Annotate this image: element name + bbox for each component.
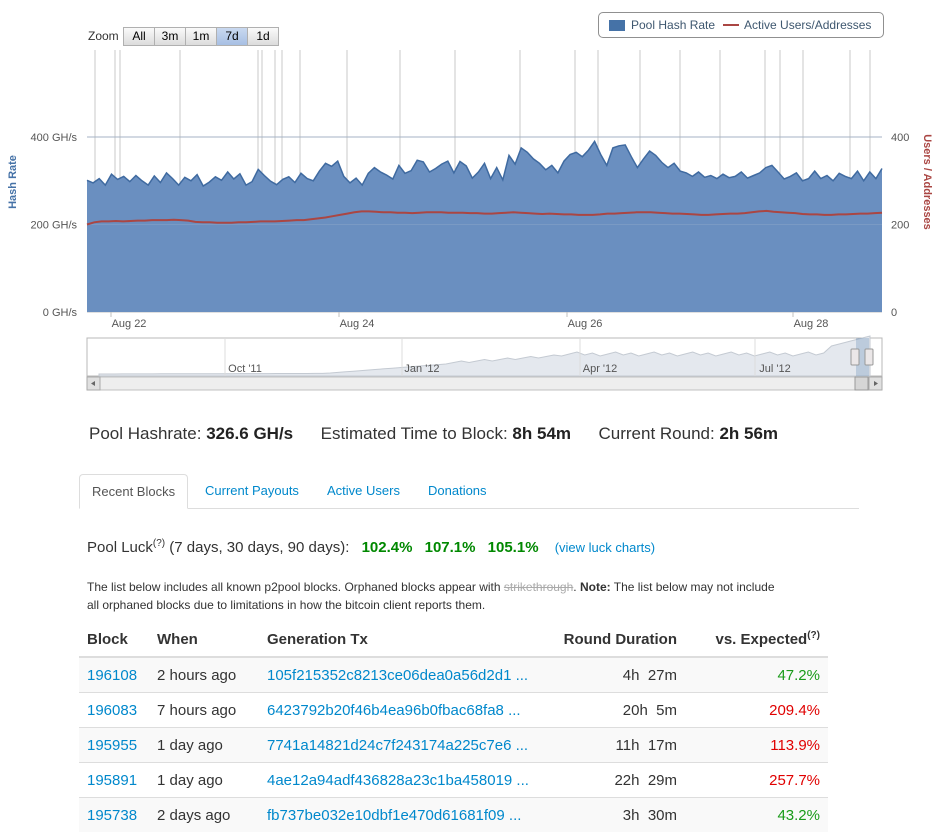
tab-active-users[interactable]: Active Users	[315, 474, 412, 507]
hashrate-label: Pool Hashrate:	[89, 424, 201, 443]
table-row: 1958911 day ago4ae12a94adf436828a23c1ba4…	[79, 763, 828, 798]
vs-expected-value: 43.2%	[685, 798, 828, 832]
legend-hash-rate[interactable]: Pool Hash Rate	[631, 18, 715, 32]
generation-tx-link[interactable]: 4ae12a94adf436828a23c1ba458019 ...	[259, 763, 549, 798]
y-axis-title-left: Hash Rate	[7, 155, 19, 209]
x-tick-label: Aug 24	[340, 318, 375, 330]
chart-legend: Pool Hash Rate Active Users/Addresses	[598, 12, 884, 38]
luck-help[interactable]: (?)	[153, 538, 165, 549]
note-text-1: The list below includes all known p2pool…	[87, 580, 504, 594]
vs-expected-value: 209.4%	[685, 693, 828, 728]
zoom-3m-button[interactable]: 3m	[154, 27, 186, 46]
y-tick-right: 400	[891, 132, 909, 144]
note-text-2: .	[573, 580, 580, 594]
navigator-tick-label: Oct '11	[228, 363, 262, 375]
tab-recent-blocks[interactable]: Recent Blocks	[79, 474, 188, 509]
block-when: 1 day ago	[149, 728, 259, 763]
navigator-tick-label: Jan '12	[404, 363, 439, 375]
zoom-7d-button[interactable]: 7d	[216, 27, 248, 46]
round-label: Current Round:	[598, 424, 714, 443]
vs-expected-value: 47.2%	[685, 657, 828, 693]
round-duration: 22h 29m	[549, 763, 685, 798]
table-row: 1957382 days agofb737be032e10dbf1e470d61…	[79, 798, 828, 832]
y-tick-left: 400 GH/s	[31, 132, 78, 144]
block-link[interactable]: 195891	[79, 763, 149, 798]
etb-label: Estimated Time to Block:	[321, 424, 508, 443]
y-tick-left: 200 GH/s	[31, 220, 78, 232]
table-row: 1959551 day ago7741a14821d24c7f243174a22…	[79, 728, 828, 763]
navigator-tick-label: Jul '12	[759, 363, 790, 375]
legend-active-users[interactable]: Active Users/Addresses	[744, 18, 871, 32]
block-when: 2 hours ago	[149, 657, 259, 693]
navigator-tick-label: Apr '12	[583, 363, 618, 375]
y-tick-right: 0	[891, 307, 897, 319]
round-duration: 11h 17m	[549, 728, 685, 763]
zoom-all-button[interactable]: All	[123, 27, 155, 46]
expected-help[interactable]: (?)	[807, 630, 820, 641]
luck-7d: 102.4%	[362, 539, 413, 556]
header-round-duration: Round Duration	[549, 622, 685, 657]
note-bold: Note:	[580, 580, 611, 594]
round-duration: 20h 5m	[549, 693, 685, 728]
hash-rate-legend-swatch	[609, 20, 625, 31]
round-value: 2h 56m	[719, 424, 778, 443]
vs-expected-value: 257.7%	[685, 763, 828, 798]
luck-periods: (7 days, 30 days, 90 days):	[169, 539, 349, 556]
tab-donations[interactable]: Donations	[416, 474, 499, 507]
tab-bar: Recent Blocks Current Payouts Active Use…	[79, 474, 859, 509]
block-link[interactable]: 195955	[79, 728, 149, 763]
x-tick-label: Aug 28	[794, 318, 829, 330]
block-link[interactable]: 196108	[79, 657, 149, 693]
round-duration: 4h 27m	[549, 657, 685, 693]
block-when: 7 hours ago	[149, 693, 259, 728]
navigator-handle-right[interactable]	[865, 349, 873, 365]
pool-luck: Pool Luck(?) (7 days, 30 days, 90 days):…	[87, 538, 655, 556]
block-when: 1 day ago	[149, 763, 259, 798]
x-tick-label: Aug 22	[112, 318, 147, 330]
round-duration: 3h 30m	[549, 798, 685, 832]
block-when: 2 days ago	[149, 798, 259, 832]
header-block: Block	[79, 622, 149, 657]
luck-30d: 107.1%	[425, 539, 476, 556]
scrollbar-track[interactable]	[87, 377, 882, 390]
hashrate-chart: 0 GH/s 0 200 GH/s 200 400 GH/s 400 Hash Rate Us…	[0, 0, 939, 400]
pool-stats: Pool Hashrate: 326.6 GH/s Estimated Time…	[89, 424, 778, 444]
y-axis-title-right: Users / Addresses	[921, 134, 933, 230]
y-tick-left: 0 GH/s	[43, 307, 78, 319]
luck-label: Pool Luck	[87, 539, 153, 556]
zoom-1d-button[interactable]: 1d	[247, 27, 279, 46]
navigator-handle-left[interactable]	[851, 349, 859, 365]
table-row: 1961082 hours ago105f215352c8213ce06dea0…	[79, 657, 828, 693]
etb-value: 8h 54m	[512, 424, 571, 443]
view-luck-charts-link[interactable]: (view luck charts)	[555, 540, 655, 555]
header-when: When	[149, 622, 259, 657]
table-row: 1960837 hours ago6423792b20f46b4ea96b0fb…	[79, 693, 828, 728]
block-link[interactable]: 195738	[79, 798, 149, 832]
zoom-buttons: All3m1m7d1d	[124, 27, 279, 46]
scrollbar-thumb[interactable]	[855, 377, 868, 390]
luck-90d: 105.1%	[488, 539, 539, 556]
blocks-note: The list below includes all known p2pool…	[87, 578, 787, 614]
generation-tx-link[interactable]: fb737be032e10dbf1e470d61681f09 ...	[259, 798, 549, 832]
recent-blocks-table: Block When Generation Tx Round Duration …	[79, 622, 828, 832]
header-vs-expected: vs. Expected(?)	[685, 622, 828, 657]
note-strikethrough: strikethrough	[504, 580, 573, 594]
header-generation-tx: Generation Tx	[259, 622, 549, 657]
generation-tx-link[interactable]: 105f215352c8213ce06dea0a56d2d1 ...	[259, 657, 549, 693]
users-legend-swatch	[723, 24, 739, 26]
zoom-1m-button[interactable]: 1m	[185, 27, 217, 46]
hashrate-value: 326.6 GH/s	[206, 424, 293, 443]
tab-current-payouts[interactable]: Current Payouts	[193, 474, 311, 507]
y-tick-right: 200	[891, 220, 909, 232]
zoom-label: Zoom	[88, 29, 119, 43]
table-header-row: Block When Generation Tx Round Duration …	[79, 622, 828, 657]
generation-tx-link[interactable]: 7741a14821d24c7f243174a225c7e6 ...	[259, 728, 549, 763]
x-tick-label: Aug 26	[568, 318, 603, 330]
block-link[interactable]: 196083	[79, 693, 149, 728]
vs-expected-value: 113.9%	[685, 728, 828, 763]
generation-tx-link[interactable]: 6423792b20f46b4ea96b0fbac68fa8 ...	[259, 693, 549, 728]
